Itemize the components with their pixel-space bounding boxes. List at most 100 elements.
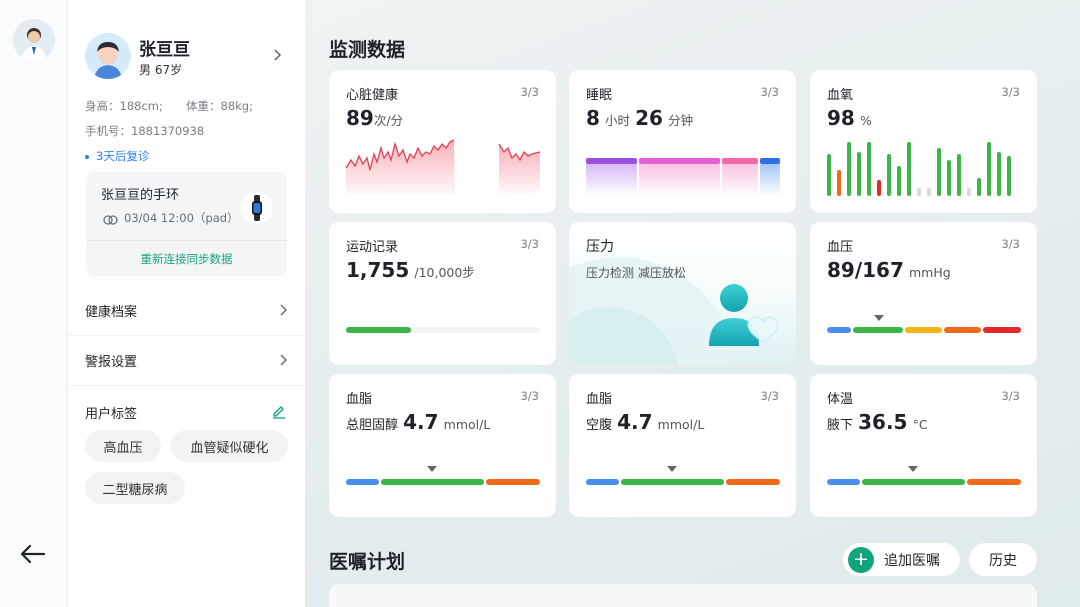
card-title: 血脂 xyxy=(586,392,613,407)
card-value-line: 98 % xyxy=(827,106,872,130)
card-title: 血压 xyxy=(827,240,854,255)
alarm-settings-item[interactable]: 警报设置 xyxy=(85,335,288,385)
card-count: 3/3 xyxy=(760,389,779,403)
exercise-record-card[interactable]: 运动记录 3/3 1,755 /10,000步 xyxy=(329,222,556,365)
edit-icon[interactable] xyxy=(271,403,287,419)
stress-card[interactable]: 压力 压力检测 减压放松 xyxy=(569,222,796,365)
user-tags-title: 用户标签 xyxy=(85,407,138,422)
user-heart-icon xyxy=(709,284,779,346)
card-count: 3/3 xyxy=(1001,85,1020,99)
card-value-line: 腋下 36.5 °C xyxy=(827,410,928,434)
body-temperature-card[interactable]: 体温 3/3 腋下 36.5 °C xyxy=(810,374,1037,517)
blood-lipid-cholesterol-card[interactable]: 血脂 3/3 总胆固醇 4.7 mmol/L xyxy=(329,374,556,517)
card-title: 血脂 xyxy=(346,392,373,407)
temp-value: 36.5 xyxy=(858,410,908,434)
lipid-unit: mmol/L xyxy=(657,417,705,432)
lipid-indicator-icon xyxy=(667,466,677,472)
patient-gender-age: 男 67岁 xyxy=(139,63,183,77)
tag-item[interactable]: 血管疑似硬化 xyxy=(171,430,288,462)
health-records-label: 健康档案 xyxy=(85,304,138,320)
card-title: 体温 xyxy=(827,392,854,407)
patient-phone: 手机号：1881370938 xyxy=(85,124,205,138)
lipid-label: 总胆固醇 xyxy=(346,418,399,433)
divider xyxy=(86,240,287,241)
card-title: 压力 xyxy=(586,239,614,255)
card-count: 3/3 xyxy=(1001,389,1020,403)
heart-rate-sparkline xyxy=(346,139,541,194)
divider xyxy=(69,385,304,386)
back-arrow-icon[interactable] xyxy=(20,543,46,565)
plan-section-title: 医嘱计划 xyxy=(329,551,406,573)
tag-item[interactable]: 二型糖尿病 xyxy=(85,472,185,504)
device-card: 张亘亘的手环 03/04 12:00（pad） 重新连接同步数据 xyxy=(86,172,287,276)
temp-indicator-icon xyxy=(908,466,918,472)
doctor-avatar[interactable] xyxy=(13,19,55,61)
steps-value: 1,755 xyxy=(346,258,410,282)
device-sync-time: 03/04 12:00（pad） xyxy=(124,211,239,225)
steps-target: /10,000步 xyxy=(414,265,475,280)
main-content: 监测数据 心脏健康 3/3 89次/分 睡眠 3/3 8 小时 26 分钟 血氧… xyxy=(305,0,1080,607)
sleep-minutes: 26 xyxy=(635,106,663,130)
sleep-stage-chart xyxy=(586,158,780,194)
bullet-dot-icon xyxy=(85,154,89,159)
patient-name: 张亘亘 xyxy=(139,40,190,60)
sleep-hours-unit: 小时 xyxy=(605,113,631,128)
blood-oxygen-card[interactable]: 血氧 3/3 98 % xyxy=(810,70,1037,213)
chevron-right-icon xyxy=(280,354,287,366)
card-title: 睡眠 xyxy=(586,88,613,103)
heart-health-card[interactable]: 心脏健康 3/3 89次/分 xyxy=(329,70,556,213)
oxygen-value: 98 xyxy=(827,106,855,130)
device-name: 张亘亘的手环 xyxy=(101,188,180,203)
blood-pressure-card[interactable]: 血压 3/3 89/167 mmHg xyxy=(810,222,1037,365)
card-value-line: 89/167 mmHg xyxy=(827,258,951,282)
lipid-label: 空腹 xyxy=(586,418,613,433)
health-records-item[interactable]: 健康档案 xyxy=(85,285,288,335)
bp-value: 89/167 xyxy=(827,258,904,282)
reconnect-sync-button[interactable]: 重新连接同步数据 xyxy=(86,251,287,267)
lipid-range-bar xyxy=(346,479,540,485)
history-button[interactable]: 历史 xyxy=(969,543,1037,576)
card-title: 运动记录 xyxy=(346,240,399,255)
sleep-hours: 8 xyxy=(586,106,600,130)
lipid-indicator-icon xyxy=(427,466,437,472)
add-order-label: 追加医嘱 xyxy=(884,552,940,569)
sleep-minutes-unit: 分钟 xyxy=(668,113,694,128)
tag-item[interactable]: 高血压 xyxy=(85,430,161,462)
add-order-button[interactable]: + 追加医嘱 xyxy=(843,543,960,576)
card-value-line: 8 小时 26 分钟 xyxy=(586,106,693,130)
sleep-card[interactable]: 睡眠 3/3 8 小时 26 分钟 xyxy=(569,70,796,213)
card-count: 3/3 xyxy=(520,389,539,403)
lipid-unit: mmol/L xyxy=(443,417,491,432)
bp-range-bar xyxy=(827,327,1021,333)
card-count: 3/3 xyxy=(760,85,779,99)
temp-label: 腋下 xyxy=(827,418,854,433)
steps-progress-track xyxy=(346,327,540,333)
plus-icon: + xyxy=(848,546,874,573)
link-icon xyxy=(103,211,118,225)
card-value-line: 总胆固醇 4.7 mmol/L xyxy=(346,410,490,434)
bp-unit: mmHg xyxy=(908,265,951,280)
patient-avatar xyxy=(85,33,131,79)
patient-weight: 体重：88kg; xyxy=(186,99,253,113)
plan-list xyxy=(329,584,1037,607)
left-rail xyxy=(0,0,68,607)
heart-rate-unit: 次/分 xyxy=(373,113,404,128)
patient-panel: 张亘亘 男 67岁 身高：188cm; 体重：88kg; 手机号：1881370… xyxy=(69,0,304,607)
chevron-right-icon[interactable] xyxy=(271,47,283,63)
lipid-value: 4.7 xyxy=(403,410,439,434)
followup-text: 3天后复诊 xyxy=(96,149,150,163)
card-title: 心脏健康 xyxy=(346,88,399,103)
alarm-settings-label: 警报设置 xyxy=(85,354,138,370)
card-value-line: 1,755 /10,000步 xyxy=(346,258,475,282)
smart-band-icon xyxy=(241,192,273,224)
heart-rate-value: 89 xyxy=(346,106,374,130)
card-value-line: 空腹 4.7 mmol/L xyxy=(586,410,704,434)
card-count: 3/3 xyxy=(1001,237,1020,251)
bp-indicator-icon xyxy=(874,315,884,321)
blood-lipid-fasting-card[interactable]: 血脂 3/3 空腹 4.7 mmol/L xyxy=(569,374,796,517)
steps-progress-fill xyxy=(346,327,411,333)
card-value-line: 89次/分 xyxy=(346,106,403,130)
oxygen-bar-chart xyxy=(827,142,1011,196)
followup-reminder[interactable]: 3天后复诊 xyxy=(85,148,149,164)
oxygen-unit: % xyxy=(859,113,872,128)
